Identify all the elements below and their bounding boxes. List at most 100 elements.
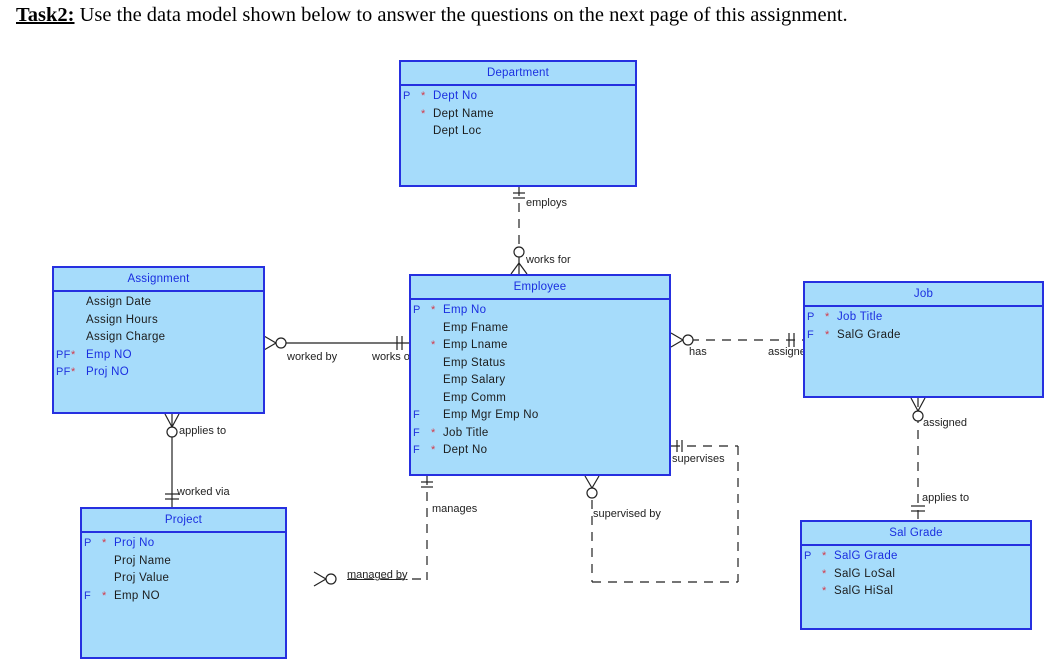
attribute-row: Emp Salary — [411, 372, 669, 390]
attribute-name: Job Title — [837, 311, 883, 323]
entity-title: Project — [82, 509, 285, 533]
required-marker: * — [822, 585, 827, 597]
required-marker: * — [102, 589, 107, 602]
attribute-name: Emp Fname — [443, 321, 509, 334]
attribute-row: F * Dept No — [411, 442, 669, 460]
attribute-row: P * Job Title — [805, 309, 1042, 327]
attribute-name: Proj Name — [114, 554, 172, 567]
attribute-name: Emp Lname — [443, 339, 508, 351]
attribute-list: Assign Date Assign Hours Assign Charge PF * E… — [54, 292, 263, 382]
attribute-name: SalG Grade — [837, 328, 901, 341]
label-worked-by: worked by — [287, 351, 338, 363]
required-marker: * — [431, 444, 436, 456]
key-marker: P — [84, 537, 92, 549]
attribute-list: P * Emp No Emp Fname * Emp Lname Emp Status Emp… — [411, 300, 669, 460]
attribute-row: Emp Fname — [411, 320, 669, 338]
required-marker: * — [822, 567, 827, 580]
required-marker: * — [431, 426, 436, 439]
entity-title: Job — [805, 283, 1042, 307]
key-marker: F — [413, 409, 421, 421]
required-marker: * — [102, 537, 107, 549]
attribute-name: SalG Grade — [834, 550, 898, 562]
attribute-name: Emp NO — [86, 348, 132, 361]
entity-department[interactable]: Department P * Dept No * Dept Name Dept Loc — [399, 60, 637, 187]
attribute-list: P * Dept No * Dept Name Dept Loc — [401, 86, 635, 141]
attribute-name: Emp Mgr Emp No — [443, 409, 539, 421]
attribute-name: Dept No — [443, 444, 488, 456]
attribute-name: SalG HiSal — [834, 585, 894, 597]
attribute-row: Assign Hours — [54, 312, 263, 330]
attribute-row: Emp Comm — [411, 390, 669, 408]
entity-project[interactable]: Project P * Proj No Proj Name Proj Value F * Em… — [80, 507, 287, 659]
attribute-row: F * SalG Grade — [805, 327, 1042, 345]
required-marker: * — [431, 304, 436, 316]
attribute-row: F * Emp NO — [82, 588, 285, 606]
required-marker: * — [71, 348, 76, 361]
entity-title: Employee — [411, 276, 669, 300]
entity-title: Department — [401, 62, 635, 86]
attribute-name: Assign Hours — [86, 313, 158, 326]
required-marker: * — [71, 366, 76, 378]
key-marker: P — [807, 311, 815, 323]
attribute-row: * SalG LoSal — [802, 566, 1030, 584]
attribute-name: Assign Charge — [86, 331, 166, 343]
attribute-row: Dept Loc — [401, 123, 635, 141]
attribute-row: * Dept Name — [401, 106, 635, 124]
attribute-name: SalG LoSal — [834, 567, 896, 580]
entity-assignment[interactable]: Assignment Assign Date Assign Hours Assign… — [52, 266, 265, 414]
required-marker: * — [431, 339, 436, 351]
attribute-row: * Emp Lname — [411, 337, 669, 355]
entity-job[interactable]: Job P * Job Title F * SalG Grade — [803, 281, 1044, 398]
attribute-name: Proj Value — [114, 572, 170, 584]
label-supervises: supervises — [672, 453, 725, 465]
attribute-list: P * Proj No Proj Name Proj Value F * Emp NO — [82, 533, 285, 605]
label-worked-via: worked via — [177, 486, 230, 498]
attribute-row: Assign Date — [54, 294, 263, 312]
attribute-row: PF * Emp NO — [54, 347, 263, 365]
required-marker: * — [822, 550, 827, 562]
entity-employee[interactable]: Employee P * Emp No Emp Fname * Emp Lname Emp … — [409, 274, 671, 476]
key-marker: P — [413, 304, 421, 316]
key-marker: PF — [56, 348, 71, 361]
label-has: has — [689, 346, 707, 358]
key-marker: P — [403, 90, 411, 102]
attribute-name: Job Title — [443, 426, 489, 439]
label-works-for: works for — [526, 254, 571, 266]
rel-emp-job — [670, 332, 804, 348]
key-marker: PF — [56, 366, 71, 378]
attribute-row: P * Dept No — [401, 88, 635, 106]
attribute-row: Proj Value — [82, 570, 285, 588]
attribute-row: * SalG HiSal — [802, 583, 1030, 601]
key-marker: P — [804, 550, 812, 562]
attribute-name: Emp Status — [443, 356, 506, 369]
attribute-row: F Emp Mgr Emp No — [411, 407, 669, 425]
attribute-row: Emp Status — [411, 355, 669, 373]
label-applies-to-salgrade: applies to — [922, 492, 970, 504]
attribute-name: Assign Date — [86, 296, 152, 308]
required-marker: * — [825, 328, 830, 341]
label-managed-by: managed by — [347, 569, 408, 581]
attribute-row: PF * Proj NO — [54, 364, 263, 382]
required-marker: * — [421, 90, 426, 102]
label-assigned: assigned — [923, 417, 968, 429]
entity-title: Assignment — [54, 268, 263, 292]
attribute-name: Emp Salary — [443, 374, 506, 386]
attribute-row: Proj Name — [82, 553, 285, 571]
attribute-row: F * Job Title — [411, 425, 669, 443]
attribute-name: Emp NO — [114, 589, 160, 602]
entity-salgrade[interactable]: Sal Grade P * SalG Grade * SalG LoSal * SalG H… — [800, 520, 1032, 630]
key-marker: F — [807, 328, 815, 341]
attribute-name: Dept No — [433, 90, 478, 102]
key-marker: F — [413, 444, 421, 456]
label-applies-to-assign: applies to — [179, 425, 227, 437]
rel-emp-assign — [263, 335, 410, 351]
attribute-name: Proj No — [114, 537, 155, 549]
key-marker: F — [413, 426, 421, 439]
required-marker: * — [825, 311, 830, 323]
label-manages: manages — [432, 503, 478, 515]
attribute-list: P * SalG Grade * SalG LoSal * SalG HiSal — [802, 546, 1030, 601]
required-marker: * — [421, 107, 426, 120]
key-marker: F — [84, 589, 92, 602]
attribute-name: Proj NO — [86, 366, 129, 378]
attribute-row: Assign Charge — [54, 329, 263, 347]
